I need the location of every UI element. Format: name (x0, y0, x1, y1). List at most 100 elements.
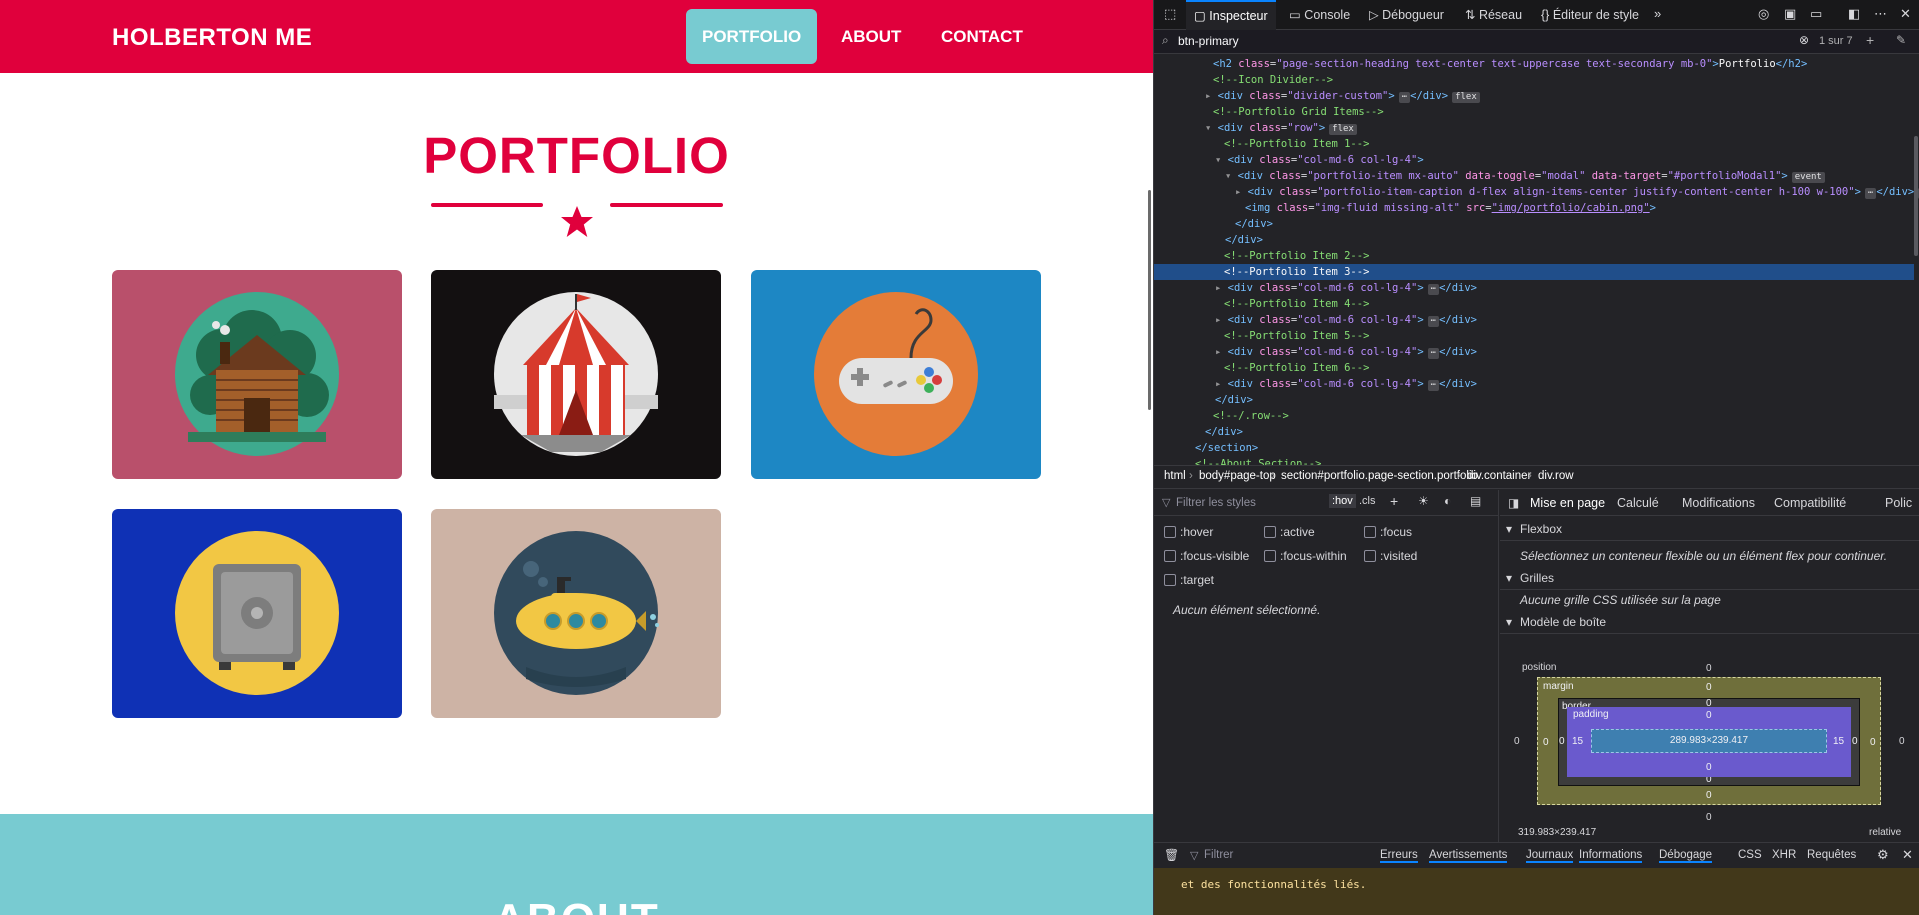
print-media-icon[interactable]: ▤ (1470, 494, 1481, 508)
more-tabs-icon[interactable]: » (1654, 6, 1661, 21)
pseudo-focus-within[interactable]: :focus-within (1264, 549, 1347, 563)
close-icon[interactable]: ✕ (1902, 847, 1913, 863)
markup-line[interactable]: <!--Portfolio Item 2--> (1154, 248, 1914, 264)
page-scrollbar[interactable] (1148, 190, 1151, 410)
markup-search-input[interactable]: btn-primary (1178, 34, 1239, 48)
portfolio-item-cabin[interactable] (112, 270, 402, 479)
add-node-icon[interactable]: + (1866, 32, 1874, 48)
filter-xhr[interactable]: XHR (1772, 849, 1796, 861)
markup-line[interactable]: </div> (1154, 392, 1914, 408)
markup-line[interactable]: <img class="img-fluid missing-alt" src="… (1154, 200, 1914, 216)
margin-top[interactable]: 0 (1706, 682, 1712, 693)
portfolio-item-circus-tent[interactable] (431, 270, 721, 479)
tab-console[interactable]: ▭ Console (1289, 0, 1350, 30)
markup-line[interactable]: ▾ <div class="col-md-6 col-lg-4"> (1154, 152, 1914, 168)
grids-header[interactable]: ▾ Grilles (1500, 566, 1919, 590)
markup-scrollbar[interactable] (1914, 136, 1918, 256)
border-left[interactable]: 0 (1559, 736, 1565, 747)
padding-left[interactable]: 15 (1572, 736, 1583, 747)
eyedropper-icon[interactable]: ✎ (1896, 33, 1906, 47)
pseudo-target[interactable]: :target (1164, 573, 1214, 587)
element-picker-icon[interactable]: ⬚ (1164, 6, 1176, 22)
markup-line[interactable]: <!--/.row--> (1154, 408, 1914, 424)
filter-info[interactable]: Informations (1579, 849, 1643, 863)
filter-debug[interactable]: Débogage (1659, 849, 1713, 863)
pseudo-active[interactable]: :active (1264, 525, 1315, 539)
markup-line[interactable]: ▸ <div class="divider-custom"> ⋯ </div> fle… (1154, 88, 1914, 104)
tab-inspector[interactable]: ▢ Inspecteur (1186, 0, 1276, 30)
responsive-icon[interactable]: ▣ (1784, 6, 1796, 22)
markup-line[interactable]: ▸ <div class="col-md-6 col-lg-4"> ⋯ </div> (1154, 280, 1914, 296)
console-filter-input[interactable]: Filtrer (1204, 849, 1233, 861)
markup-line[interactable]: ▸ <div class="col-md-6 col-lg-4"> ⋯ </div> (1154, 344, 1914, 360)
padding-bottom[interactable]: 0 (1706, 762, 1712, 773)
nav-contact[interactable]: CONTACT (925, 9, 1039, 64)
breadcrumb-body[interactable]: body#page-top (1199, 470, 1276, 482)
markup-line[interactable]: ▾ <div class="portfolio-item mx-auto" da… (1154, 168, 1914, 184)
clear-search-icon[interactable]: ⊗ (1799, 33, 1809, 47)
markup-line[interactable]: <!--Portfolio Grid Items--> (1154, 104, 1914, 120)
breadcrumb-container[interactable]: div.container (1467, 470, 1531, 482)
cls-toggle[interactable]: .cls (1359, 495, 1376, 507)
markup-line[interactable]: <!--Icon Divider--> (1154, 72, 1914, 88)
box-padding[interactable]: padding 0 15 15 0 289.983×239.417 (1567, 707, 1851, 777)
flexbox-header[interactable]: ▾ Flexbox (1500, 517, 1919, 541)
markup-line[interactable]: <!--Portfolio Item 4--> (1154, 296, 1914, 312)
filter-errors[interactable]: Erreurs (1380, 849, 1418, 863)
portfolio-item-game-controller[interactable] (751, 270, 1041, 479)
margin-left[interactable]: 0 (1543, 737, 1549, 748)
markup-line[interactable]: ▸ <div class="portfolio-item-caption d-f… (1154, 184, 1919, 200)
markup-line[interactable]: <!--Portfolio Item 6--> (1154, 360, 1914, 376)
markup-line[interactable]: <h2 class="page-section-heading text-cen… (1154, 56, 1914, 72)
markup-line-selected[interactable]: <!--Portfolio Item 3--> (1154, 264, 1914, 280)
markup-line[interactable]: </div> (1154, 424, 1914, 440)
options-menu-icon[interactable]: ⋯ (1874, 6, 1887, 22)
markup-line[interactable]: <!--Portfolio Item 5--> (1154, 328, 1914, 344)
markup-line[interactable]: <!--About Section--> (1154, 456, 1914, 465)
add-rule-icon[interactable]: + (1390, 493, 1398, 509)
markup-line[interactable]: <!--Portfolio Item 1--> (1154, 136, 1914, 152)
tab-debugger[interactable]: ▷ Débogueur (1369, 0, 1444, 30)
filter-styles-input[interactable]: Filtrer les styles (1176, 497, 1256, 509)
padding-top[interactable]: 0 (1706, 710, 1712, 721)
filter-requests[interactable]: Requêtes (1807, 849, 1856, 861)
padding-right[interactable]: 15 (1833, 736, 1844, 747)
pseudo-visited[interactable]: :visited (1364, 549, 1417, 563)
hov-toggle[interactable]: :hov (1329, 494, 1356, 508)
markup-line[interactable]: </div> (1154, 232, 1914, 248)
light-mode-icon[interactable]: ☀ (1418, 494, 1429, 508)
tab-compatibility[interactable]: Compatibilité (1774, 496, 1846, 510)
filter-logs[interactable]: Journaux (1526, 849, 1574, 863)
dock-icon[interactable]: ◧ (1848, 6, 1860, 22)
box-model-header[interactable]: ▾ Modèle de boîte (1500, 610, 1919, 634)
trash-icon[interactable]: 🗑 (1164, 848, 1179, 862)
nav-portfolio[interactable]: PORTFOLIO (686, 9, 818, 64)
pseudo-focus-visible[interactable]: :focus-visible (1164, 549, 1249, 563)
border-right[interactable]: 0 (1852, 736, 1858, 747)
markup-line[interactable]: ▾ <div class="row"> flex (1154, 120, 1914, 136)
portfolio-item-submarine[interactable] (431, 509, 721, 718)
tab-computed[interactable]: Calculé (1617, 496, 1659, 510)
margin-right[interactable]: 0 (1870, 737, 1876, 748)
markup-line[interactable]: ▸ <div class="col-md-6 col-lg-4"> ⋯ </div> (1154, 376, 1914, 392)
box-border[interactable]: border 0 0 0 0 padding 0 15 15 0 289.983… (1558, 698, 1860, 786)
tab-fonts[interactable]: Polic (1885, 496, 1912, 510)
tab-changes[interactable]: Modifications (1682, 496, 1755, 510)
gear-icon[interactable]: ⚙ (1877, 847, 1889, 863)
close-devtools-icon[interactable]: ✕ (1900, 6, 1911, 22)
tab-network[interactable]: ⇅ Réseau (1465, 0, 1522, 30)
markup-line[interactable]: </section> (1154, 440, 1914, 456)
breadcrumb-row[interactable]: div.row (1538, 470, 1574, 482)
portfolio-item-safe[interactable] (112, 509, 402, 718)
breadcrumb-section[interactable]: section#portfolio.page-section.portfolio (1281, 470, 1478, 482)
margin-bottom[interactable]: 0 (1706, 790, 1712, 801)
markup-line[interactable]: </div> (1154, 216, 1914, 232)
markup-line[interactable]: ▸ <div class="col-md-6 col-lg-4"> ⋯ </div> (1154, 312, 1914, 328)
tab-style-editor[interactable]: {} Éditeur de style (1541, 0, 1639, 30)
screenshot-icon[interactable]: ◎ (1758, 6, 1769, 22)
breadcrumb-html[interactable]: html (1164, 470, 1186, 482)
rulers-icon[interactable]: ▭ (1810, 6, 1822, 22)
pseudo-focus[interactable]: :focus (1364, 525, 1412, 539)
brand-logo[interactable]: HOLBERTON ME (112, 24, 312, 52)
pseudo-hover[interactable]: :hover (1164, 525, 1213, 539)
